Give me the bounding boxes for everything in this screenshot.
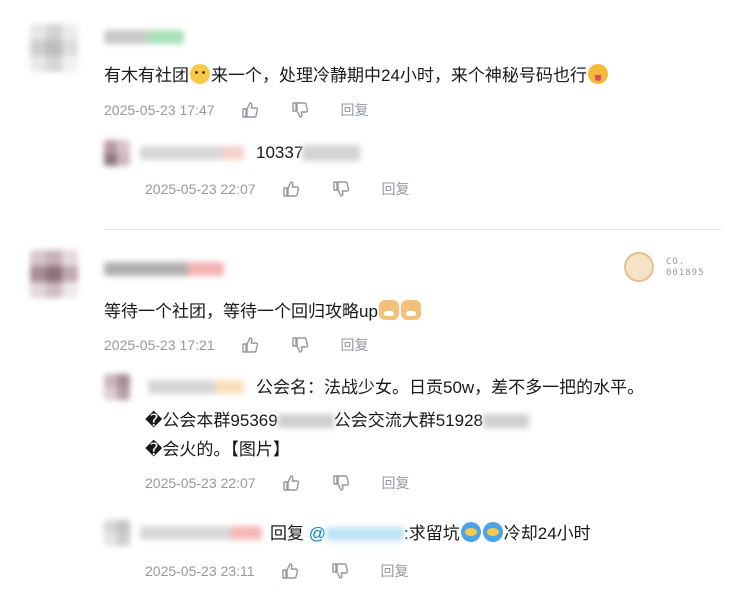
reply-text-line-3: �会火的。【图片】 <box>145 440 290 459</box>
thumbs-down-icon[interactable] <box>331 562 349 580</box>
reply-text-line-1: 公会名：法战少女。日贡50w，差不多一把的水平。 <box>256 378 645 397</box>
comment-time: 2025-05-23 17:47 <box>104 102 215 118</box>
reply-username-blurred[interactable] <box>148 380 244 394</box>
reply-time: 2025-05-23 22:07 <box>145 181 256 197</box>
doge-emoji-icon <box>400 300 421 320</box>
smile-emoji-icon <box>190 64 210 84</box>
comment-meta: 2025-05-23 17:47 回复 <box>104 100 369 120</box>
reply-button[interactable]: 回复 <box>341 335 369 355</box>
reply-time: 2025-05-23 22:07 <box>145 475 256 491</box>
mention-link[interactable]: @ <box>309 524 404 543</box>
thumbs-up-icon[interactable] <box>282 180 300 198</box>
comment-text: 有木有社团 来一个，处理冷静期中24小时，来个神秘号码也行 <box>104 64 609 87</box>
comment-meta: 2025-05-23 17:21 回复 <box>104 335 369 355</box>
reply-time: 2025-05-23 23:11 <box>145 563 255 579</box>
reply-button[interactable]: 回复 <box>381 561 409 581</box>
reply-text-line-2: �公会本群95369 公会交流大群51928 <box>145 410 529 432</box>
crying-laugh-emoji-icon <box>482 522 503 542</box>
reply-button[interactable]: 回复 <box>341 100 369 120</box>
avatar[interactable] <box>30 250 78 298</box>
avatar[interactable] <box>30 24 78 72</box>
thumbs-down-icon[interactable] <box>291 101 309 119</box>
reply-button[interactable]: 回复 <box>382 179 410 199</box>
reply-avatar[interactable] <box>104 520 130 546</box>
reply-text: 回复 @:求留坑 冷却24小时 <box>270 522 591 543</box>
thumbs-down-icon[interactable] <box>291 336 309 354</box>
reply-avatar[interactable] <box>104 140 130 166</box>
crying-laugh-emoji-icon <box>460 522 481 542</box>
thumbs-up-icon[interactable] <box>241 101 259 119</box>
reply-button[interactable]: 回复 <box>382 473 410 493</box>
comment-text: 等待一个社团，等待一个回归攻略up <box>104 300 422 323</box>
reply-meta: 2025-05-23 23:11 回复 <box>145 561 409 581</box>
reply-meta: 2025-05-23 22:07 回复 <box>145 179 410 199</box>
reply-username-blurred[interactable] <box>140 526 262 540</box>
doge-emoji-icon <box>378 300 399 320</box>
thumbs-up-icon[interactable] <box>281 562 299 580</box>
divider <box>104 229 722 230</box>
redacted-number <box>302 145 360 161</box>
tongue-emoji-icon <box>587 64 608 84</box>
comment-time: 2025-05-23 17:21 <box>104 337 215 353</box>
thumbs-down-icon[interactable] <box>332 180 350 198</box>
reply-text: 10337 <box>256 143 304 162</box>
thumbs-up-icon[interactable] <box>241 336 259 354</box>
reply-avatar[interactable] <box>104 374 130 400</box>
fan-medal-icon <box>624 252 654 282</box>
reply-meta: 2025-05-23 22:07 回复 <box>145 473 410 493</box>
thumbs-up-icon[interactable] <box>282 474 300 492</box>
reply-username-blurred[interactable] <box>140 146 244 160</box>
thumbs-down-icon[interactable] <box>332 474 350 492</box>
username-blurred[interactable] <box>104 262 224 276</box>
fan-medal-number: CO. 001895 <box>666 257 705 278</box>
username-blurred[interactable] <box>104 30 184 44</box>
